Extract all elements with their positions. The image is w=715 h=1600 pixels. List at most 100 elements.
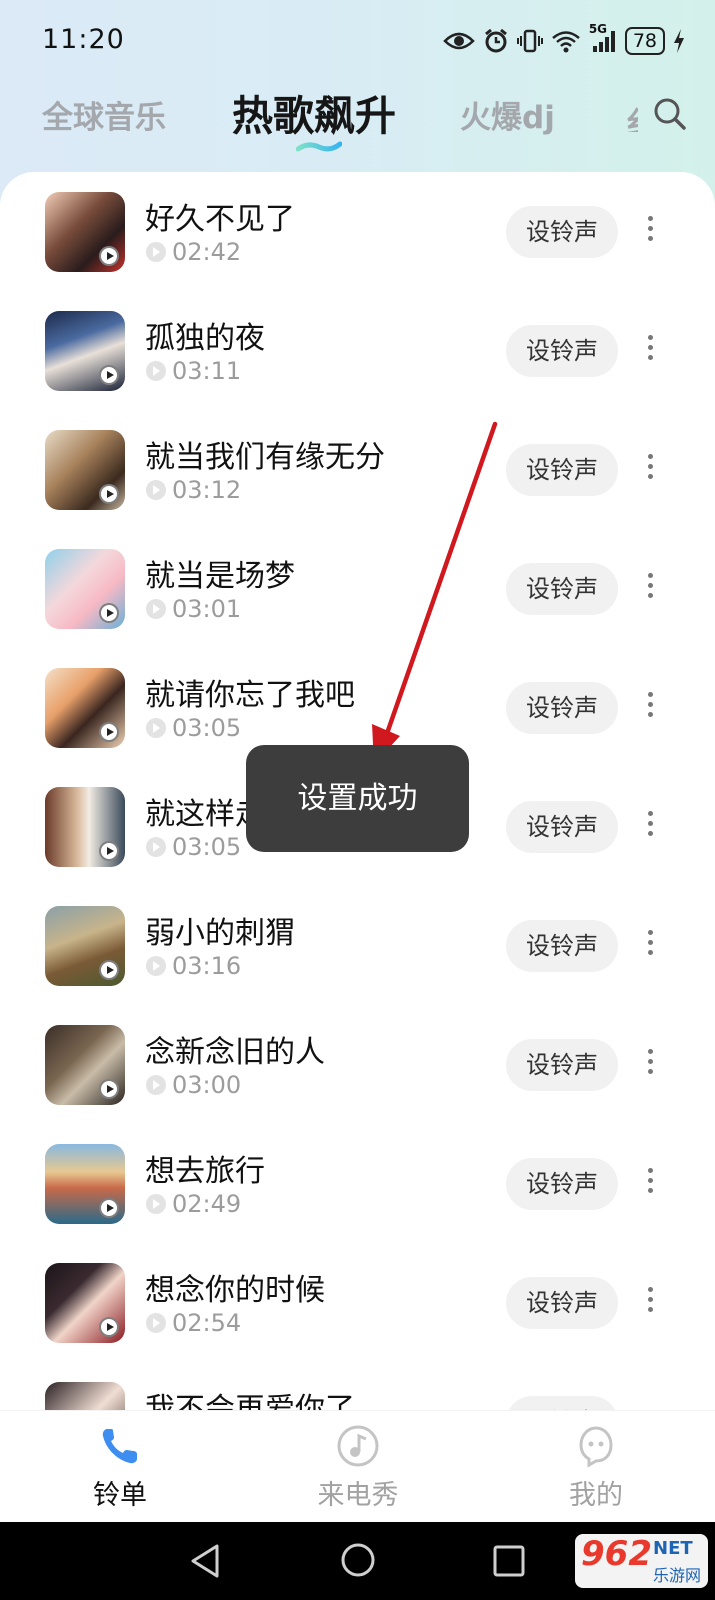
home-icon[interactable]: [340, 1542, 376, 1578]
tab-hot-dj[interactable]: 火爆dj: [460, 92, 555, 137]
duration-text: 03:11: [172, 357, 242, 385]
play-icon[interactable]: [99, 365, 119, 385]
nav-label: 来电秀: [317, 1480, 399, 1511]
set-ringtone-button[interactable]: 设铃声: [506, 682, 618, 734]
duration-play-icon: [146, 837, 166, 857]
play-icon[interactable]: [99, 1079, 119, 1099]
more-options-icon[interactable]: [646, 335, 654, 365]
status-bar: 11:20 5G 78: [0, 0, 715, 80]
list-item[interactable]: 就当是场梦 03:01 设铃声: [0, 529, 715, 648]
duration-play-icon: [146, 956, 166, 976]
tab-global-music[interactable]: 全球音乐: [42, 92, 166, 137]
more-options-icon[interactable]: [646, 573, 654, 603]
watermark-suffix: NET: [653, 1538, 693, 1559]
back-icon[interactable]: [187, 1542, 223, 1580]
nav-caller-show[interactable]: 来电秀: [288, 1423, 428, 1512]
duration-text: 03:01: [172, 595, 242, 623]
duration-play-icon: [146, 718, 166, 738]
cover-image: [45, 192, 125, 272]
cover-image: [45, 787, 125, 867]
set-ringtone-button[interactable]: 设铃声: [506, 206, 618, 258]
charging-icon: [673, 29, 685, 53]
battery-icon: 78: [624, 27, 665, 55]
cover-image: [45, 1382, 125, 1410]
more-options-icon[interactable]: [646, 811, 654, 841]
duration-play-icon: [146, 1194, 166, 1214]
list-item[interactable]: 孤独的夜 03:11 设铃声: [0, 291, 715, 410]
set-ringtone-button[interactable]: 设铃声: [506, 801, 618, 853]
more-options-icon[interactable]: [646, 1287, 654, 1317]
song-title: 孤独的夜: [145, 321, 265, 356]
watermark-number: 962: [581, 1534, 652, 1574]
list-item[interactable]: 想念你的时候 02:54 设铃声: [0, 1243, 715, 1362]
list-item[interactable]: 想去旅行 02:49 设铃声: [0, 1124, 715, 1243]
watermark-logo: 962 NET 乐游网: [575, 1530, 710, 1592]
duration: 02:49: [146, 1190, 241, 1218]
alarm-icon: [483, 28, 509, 54]
nav-ringtone-list[interactable]: 铃单: [50, 1423, 190, 1512]
more-options-icon[interactable]: [646, 692, 654, 722]
tab-hot-songs[interactable]: 热歌飙升: [232, 82, 396, 142]
duration: 03:05: [146, 833, 241, 861]
music-note-icon: [337, 1425, 379, 1467]
duration: 03:00: [146, 1071, 241, 1099]
cover-image: [45, 668, 125, 748]
set-ringtone-button[interactable]: 设铃声: [506, 920, 618, 972]
play-icon[interactable]: [99, 722, 119, 742]
duration-text: 03:12: [172, 476, 242, 504]
bottom-navigation: 铃单 来电秀 我的: [0, 1410, 715, 1523]
nav-profile[interactable]: 我的: [526, 1423, 666, 1512]
search-icon[interactable]: [652, 96, 688, 132]
play-icon[interactable]: [99, 1198, 119, 1218]
duration-text: 03:16: [172, 952, 242, 980]
set-ringtone-button[interactable]: 设铃声: [506, 1039, 618, 1091]
list-item[interactable]: 念新念旧的人 03:00 设铃声: [0, 1005, 715, 1124]
set-ringtone-button[interactable]: 设铃声: [506, 1277, 618, 1329]
battery-level: 78: [632, 30, 657, 52]
wifi-icon: [551, 29, 581, 53]
play-icon[interactable]: [99, 246, 119, 266]
play-icon[interactable]: [99, 1317, 119, 1337]
play-icon[interactable]: [99, 960, 119, 980]
duration: 03:16: [146, 952, 241, 980]
set-ringtone-button[interactable]: 设铃声: [506, 1396, 618, 1410]
status-icons: 5G 78: [443, 22, 685, 58]
duration-play-icon: [146, 361, 166, 381]
set-ringtone-button[interactable]: 设铃声: [506, 444, 618, 496]
set-ringtone-button[interactable]: 设铃声: [506, 1158, 618, 1210]
phone-icon: [102, 1429, 137, 1464]
vibrate-icon: [516, 28, 543, 54]
cover-image: [45, 1263, 125, 1343]
list-item[interactable]: 好久不见了 02:42 设铃声: [0, 172, 715, 291]
play-icon[interactable]: [99, 484, 119, 504]
song-title: 就当是场梦: [145, 559, 295, 594]
duration-play-icon: [146, 1075, 166, 1095]
list-item[interactable]: 弱小的刺猬 03:16 设铃声: [0, 886, 715, 1005]
more-options-icon[interactable]: [646, 930, 654, 960]
tab-partial[interactable]: 纟: [626, 98, 638, 132]
network-type: 5G: [588, 22, 608, 36]
play-icon[interactable]: [99, 603, 119, 623]
watermark-sub: 乐游网: [653, 1566, 702, 1585]
set-ringtone-button[interactable]: 设铃声: [506, 325, 618, 377]
song-title: 好久不见了: [145, 202, 295, 237]
duration: 03:11: [146, 357, 241, 385]
cover-image: [45, 1144, 125, 1224]
more-options-icon[interactable]: [646, 1049, 654, 1079]
cover-image: [45, 311, 125, 391]
cover-image: [45, 549, 125, 629]
more-options-icon[interactable]: [646, 216, 654, 246]
song-title: 我不会再爱你了: [145, 1392, 355, 1410]
play-icon[interactable]: [99, 841, 119, 861]
recent-apps-icon[interactable]: [492, 1544, 526, 1578]
set-ringtone-button[interactable]: 设铃声: [506, 563, 618, 615]
cover-image: [45, 1025, 125, 1105]
more-options-icon[interactable]: [646, 454, 654, 484]
duration: 03:01: [146, 595, 241, 623]
list-item[interactable]: 就当我们有缘无分 03:12 设铃声: [0, 410, 715, 529]
duration: 02:54: [146, 1309, 241, 1337]
duration: 03:05: [146, 714, 241, 742]
annotation-arrow-icon: [372, 421, 498, 764]
list-item[interactable]: 我不会再爱你了 设铃声: [0, 1362, 715, 1410]
more-options-icon[interactable]: [646, 1168, 654, 1198]
